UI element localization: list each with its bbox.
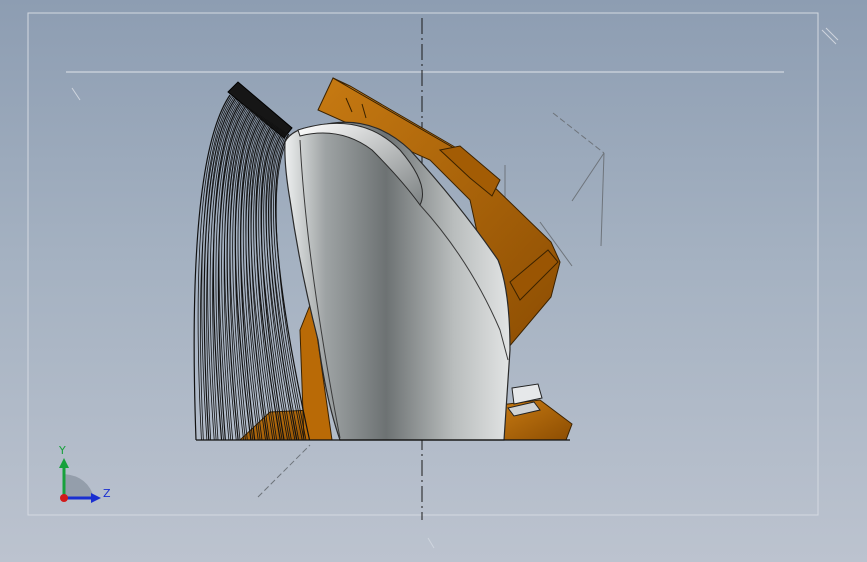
triad-z-label: Z bbox=[103, 487, 111, 500]
graphics-viewport[interactable]: Y Z bbox=[0, 0, 867, 562]
triad-z-arrowhead bbox=[91, 493, 101, 503]
triad-y-label: Y bbox=[58, 444, 66, 457]
coordinate-triad[interactable]: Y Z bbox=[58, 444, 111, 503]
triad-y-arrowhead bbox=[59, 458, 69, 468]
triad-plane-wedge bbox=[64, 474, 94, 498]
triad-origin bbox=[60, 494, 68, 502]
